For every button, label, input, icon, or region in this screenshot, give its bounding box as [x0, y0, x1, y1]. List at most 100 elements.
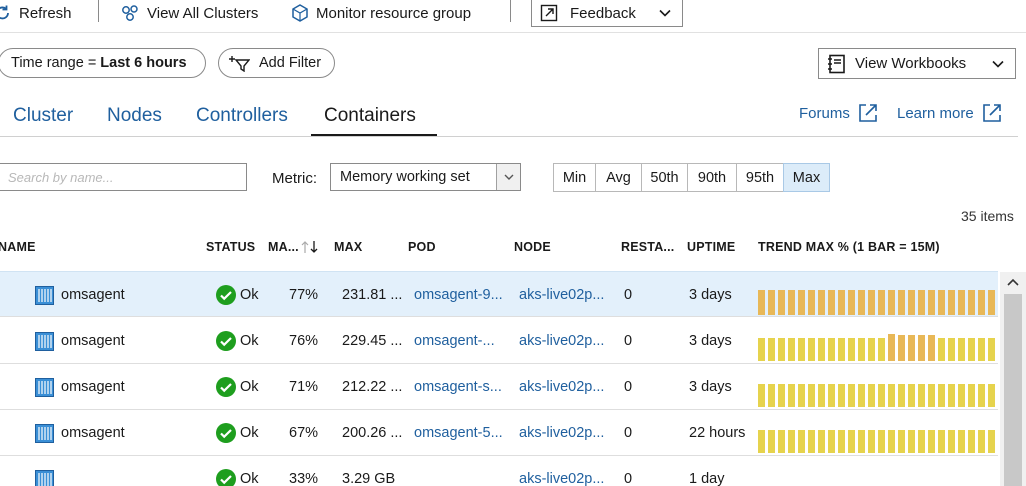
trend-bar	[788, 430, 795, 453]
trend-bar	[888, 384, 895, 407]
metric-select[interactable]: Memory working set	[330, 163, 521, 191]
trend-bar	[858, 290, 865, 315]
check-circle-icon	[216, 285, 236, 305]
learn-more-link[interactable]: Learn more	[897, 103, 1002, 123]
scroll-up-arrow-icon[interactable]	[1007, 278, 1019, 286]
time-range-filter[interactable]: Time range = Last 6 hours	[0, 48, 206, 78]
add-filter-button[interactable]: Add Filter	[218, 48, 335, 78]
trend-bar	[828, 430, 835, 453]
trend-bar	[768, 290, 775, 315]
feedback-label: Feedback	[570, 4, 636, 22]
scrollbar-thumb[interactable]	[1004, 294, 1022, 486]
pod-link[interactable]: omsagent-5...	[414, 425, 503, 441]
column-header-max[interactable]: MAX	[334, 240, 362, 254]
container-name: omsagent	[61, 379, 125, 395]
select-dropdown-button[interactable]	[496, 164, 520, 190]
restarts: 0	[624, 333, 633, 349]
trend-bar	[868, 290, 875, 315]
trend-bar	[838, 384, 845, 407]
pod-link[interactable]: omsagent-...	[414, 333, 495, 349]
time-range-value: Last 6 hours	[100, 55, 187, 71]
max-percent: 33%	[289, 471, 319, 486]
view-all-clusters-button[interactable]: View All Clusters	[120, 0, 258, 26]
trend-bar	[938, 290, 945, 315]
node-link[interactable]: aks-live02p...	[519, 471, 604, 486]
trend-bar	[818, 290, 825, 315]
node-link[interactable]: aks-live02p...	[519, 287, 604, 303]
node-link[interactable]: aks-live02p...	[519, 333, 604, 349]
agg-max-button[interactable]: Max	[783, 163, 830, 192]
column-header-node[interactable]: NODE	[514, 240, 551, 254]
toolbar-divider	[98, 0, 99, 22]
trend-bar	[828, 290, 835, 315]
trend-bar	[898, 335, 905, 361]
external-link-icon	[859, 104, 877, 122]
trend-bar	[828, 384, 835, 407]
trend-bar	[818, 384, 825, 407]
agg-50th-button[interactable]: 50th	[641, 163, 688, 192]
uptime: 3 days	[689, 333, 732, 349]
table-row[interactable]: omsagent Ok 77% 231.81 ... omsagent-9...…	[0, 271, 998, 317]
max-value: 229.45 ...	[342, 333, 403, 349]
tab-containers[interactable]: Containers	[324, 105, 416, 127]
tab-controllers[interactable]: Controllers	[196, 105, 288, 127]
node-link[interactable]: aks-live02p...	[519, 379, 604, 395]
check-circle-icon	[216, 331, 236, 351]
agg-min-button[interactable]: Min	[553, 163, 596, 192]
trend-bar	[958, 290, 965, 315]
trend-bars	[758, 288, 996, 315]
trend-bar	[968, 384, 975, 407]
pod-link[interactable]: omsagent-s...	[414, 379, 502, 395]
trend-bar	[918, 290, 925, 315]
refresh-button[interactable]: Refresh	[0, 0, 72, 26]
time-range-label: Time range =	[11, 55, 97, 71]
column-header-uptime[interactable]: UPTIME	[687, 240, 735, 254]
trend-bars	[758, 426, 996, 453]
chevron-down-icon	[504, 174, 513, 180]
trend-bar	[908, 335, 915, 361]
max-percent: 71%	[289, 379, 319, 395]
vertical-scrollbar[interactable]	[1000, 272, 1026, 486]
column-header-restarts[interactable]: RESTA...	[621, 240, 674, 254]
trend-bar	[978, 430, 985, 453]
column-header-name[interactable]: NAME	[0, 240, 36, 254]
search-input[interactable]	[0, 163, 247, 191]
feedback-dropdown[interactable]: Feedback	[531, 0, 683, 27]
column-header-status[interactable]: STATUS	[206, 240, 255, 254]
trend-bar	[918, 335, 925, 361]
column-header-pod[interactable]: POD	[408, 240, 436, 254]
trend-bar	[758, 384, 765, 407]
trend-bar	[798, 290, 805, 315]
monitor-resource-group-button[interactable]: Monitor resource group	[291, 0, 471, 26]
command-bar: Refresh View All Clusters Monitor resour…	[0, 0, 1026, 33]
node-link[interactable]: aks-live02p...	[519, 425, 604, 441]
column-header-trend[interactable]: TREND MAX % (1 BAR = 15M)	[758, 240, 940, 254]
table-row[interactable]: Ok 33% 3.29 GB aks-live02p... 0 1 day	[0, 456, 998, 486]
agg-90th-button[interactable]: 90th	[687, 163, 737, 192]
tab-nodes[interactable]: Nodes	[107, 105, 162, 127]
check-circle-icon	[216, 469, 236, 486]
trend-bar	[818, 430, 825, 453]
table-row[interactable]: omsagent Ok 76% 229.45 ... omsagent-... …	[0, 318, 998, 364]
column-header-max-percent[interactable]: MA...	[268, 240, 319, 254]
trend-bar	[978, 290, 985, 315]
status-text: Ok	[240, 471, 259, 486]
check-circle-icon	[216, 423, 236, 443]
agg-95th-button[interactable]: 95th	[736, 163, 784, 192]
trend-bar	[788, 338, 795, 361]
agg-avg-button[interactable]: Avg	[595, 163, 642, 192]
trend-bar	[808, 384, 815, 407]
trend-bar	[958, 430, 965, 453]
tab-cluster[interactable]: Cluster	[13, 105, 73, 127]
trend-bar	[888, 430, 895, 453]
trend-bar	[928, 290, 935, 315]
trend-bar	[988, 338, 995, 361]
tabs-divider	[0, 136, 1018, 137]
view-workbooks-dropdown[interactable]: View Workbooks	[818, 48, 1016, 79]
table-row[interactable]: omsagent Ok 71% 212.22 ... omsagent-s...…	[0, 364, 998, 410]
table-row[interactable]: omsagent Ok 67% 200.26 ... omsagent-5...…	[0, 410, 998, 456]
pod-link[interactable]: omsagent-9...	[414, 287, 503, 303]
clusters-icon	[122, 5, 138, 21]
metric-selected-value: Memory working set	[340, 169, 470, 185]
forums-link[interactable]: Forums	[799, 103, 878, 123]
